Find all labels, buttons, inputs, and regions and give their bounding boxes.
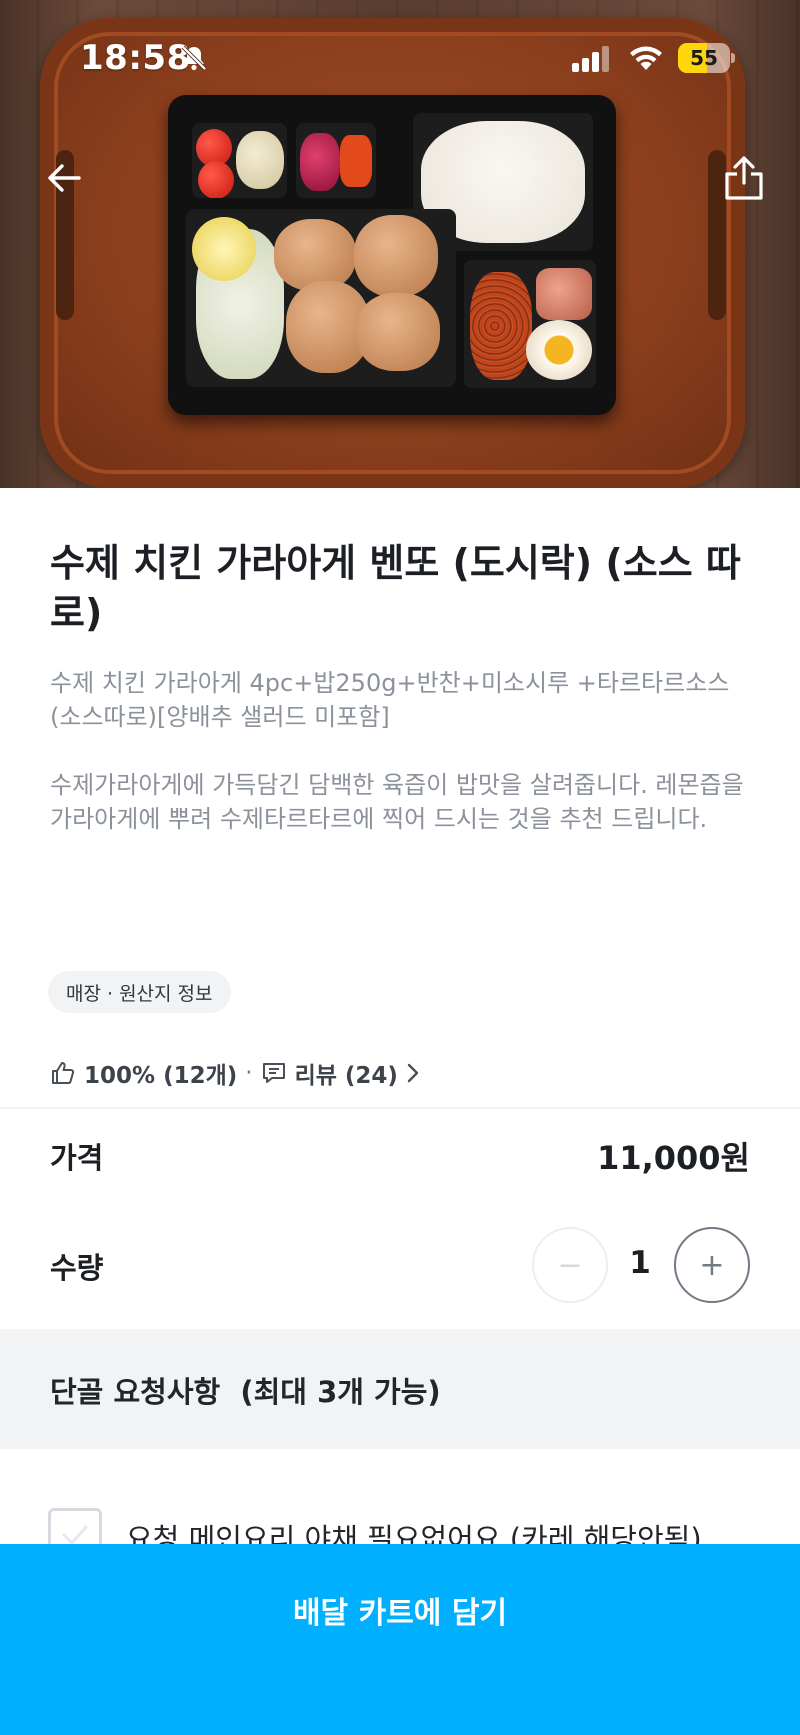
- share-button[interactable]: [716, 150, 772, 206]
- bell-slash-icon: [181, 45, 207, 71]
- rating-row: 100% (12개) · 리뷰 (24): [50, 1053, 424, 1093]
- boiled-egg: [526, 320, 592, 380]
- bento-cell-karaage: [186, 209, 456, 387]
- tomato: [198, 161, 234, 198]
- comment-icon: [262, 1063, 285, 1083]
- battery-level-text: 55: [690, 46, 718, 70]
- add-to-cart-button[interactable]: 배달 카트에 담기: [0, 1544, 800, 1735]
- pickled-pepper: [340, 135, 372, 187]
- origin-info-chip[interactable]: 매장 · 원산지 정보: [48, 971, 231, 1013]
- product-description: 수제 치킨 가라아게 4pc+밥250g+반찬+미소시루 +타르타르소스(소스따…: [50, 669, 744, 833]
- divider: [0, 1107, 800, 1109]
- karaage-piece: [274, 219, 356, 291]
- battery-body: 55: [678, 43, 730, 73]
- potato-salad: [236, 131, 284, 189]
- karaage-piece: [354, 215, 438, 297]
- battery-indicator: 55: [678, 43, 735, 73]
- cellular-signal-icon: [572, 46, 609, 72]
- reviews-count: 리뷰 (24): [294, 1063, 398, 1089]
- requests-header-text: 단골 요청사항 (최대 3개 가능): [50, 1375, 441, 1409]
- chevron-right-icon: [407, 1063, 419, 1083]
- bento-box: [168, 95, 616, 415]
- rating-text: 100% (12개): [84, 1063, 238, 1089]
- ham-cutlet: [536, 268, 592, 320]
- arrow-left-icon: [48, 164, 81, 192]
- bento-cell-pickles: [296, 123, 376, 198]
- share-icon: [725, 156, 763, 200]
- back-button[interactable]: [36, 150, 92, 206]
- quantity-decrease-button[interactable]: −: [532, 1227, 608, 1303]
- product-title: 수제 치킨 가라아게 벤또 (도시락) (소스 따로): [50, 541, 741, 635]
- karaage-piece: [356, 293, 440, 371]
- rating-separator: ·: [245, 1060, 253, 1086]
- status-bar: 18:58 55: [0, 0, 800, 120]
- status-time: 18:58: [80, 38, 191, 78]
- bento-cell-tomato-potato: [192, 123, 287, 198]
- price-value: 11,000원: [597, 1139, 750, 1177]
- quantity-increase-button[interactable]: +: [674, 1227, 750, 1303]
- thumbs-up-icon: [52, 1062, 75, 1084]
- requests-section-header: 단골 요청사항 (최대 3개 가능): [0, 1329, 800, 1449]
- pickled-cabbage: [300, 133, 340, 191]
- lemon-slice: [192, 217, 256, 281]
- battery-tip: [731, 53, 735, 63]
- add-to-cart-label: 배달 카트에 담기: [292, 1596, 508, 1631]
- reviews-link[interactable]: 리뷰 (24): [261, 1056, 424, 1090]
- wifi-icon: [630, 46, 662, 70]
- napolitan-pasta: [470, 272, 532, 380]
- bento-cell-sides: [464, 260, 596, 388]
- price-label: 가격: [50, 1141, 104, 1175]
- quantity-value: 1: [629, 1245, 651, 1281]
- quantity-label: 수량: [50, 1251, 104, 1285]
